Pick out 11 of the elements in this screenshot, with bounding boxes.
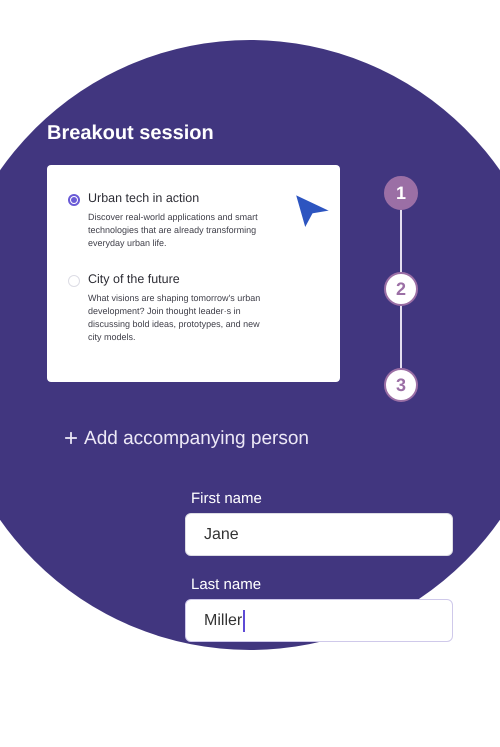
field-label: Last name	[191, 576, 262, 593]
section-title: Breakout session	[47, 122, 215, 145]
radio-button[interactable]	[68, 194, 80, 206]
field-label: First name	[191, 490, 263, 507]
input-field[interactable]: Jane	[185, 513, 453, 556]
add-person-button[interactable]: + Add accompanying person	[64, 428, 309, 450]
input-field[interactable]: Miller	[185, 599, 453, 642]
option-description: Discover real-world applications and smart technologies that are already transforming everyday urban life.	[88, 211, 259, 250]
option-title: City of the future	[88, 272, 181, 286]
option-title: Urban tech in action	[88, 191, 200, 205]
option-description: What visions are shaping tomorrow's urban development? Join thought leader·s in discussing bold ideas, prototypes, and new city models.	[88, 292, 262, 344]
